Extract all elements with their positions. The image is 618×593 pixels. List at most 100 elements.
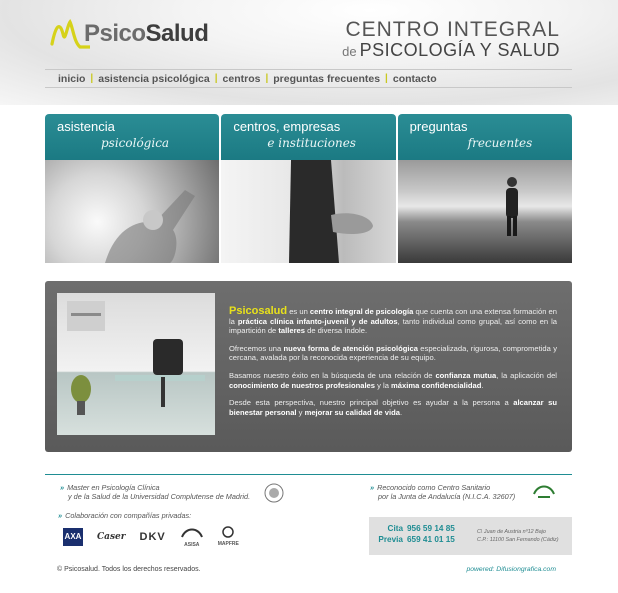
panel-subtitle: e instituciones (267, 136, 356, 150)
address-line: C.P.: 11100 San Fernando (Cádiz) (477, 537, 559, 543)
cert-line: » Master en Psicología Clínica (60, 483, 250, 492)
main-nav: inicio | asistencia psicológica | centro… (45, 69, 572, 88)
panel-asistencia-psicologica[interactable]: asistencia psicológica (45, 114, 220, 263)
text-bold: práctica clínica infanto-juvenil y de ad… (237, 316, 398, 326)
logo-salud: Salud (145, 20, 209, 47)
nav-inicio[interactable]: inicio (58, 73, 85, 85)
panel-header: asistencia psicológica (45, 114, 220, 160)
cert-text: Master en Psicología Clínica (67, 483, 160, 492)
phone-label: Cita (387, 524, 403, 533)
partner-mapfre-text: MAPFRE (217, 541, 239, 547)
intro-paragraph-2: Ofrecemos una nueva forma de atención ps… (229, 344, 557, 363)
panel-photo (221, 160, 396, 263)
cert-text: por la Junta de Andalucía (N.I.C.A. 3260… (378, 492, 516, 501)
office-photo (57, 293, 215, 435)
tagline: CENTRO INTEGRAL de PSICOLOGÍA Y SALUD (342, 18, 560, 61)
phones: Cita 956 59 14 85 Previa 659 41 01 15 (377, 523, 455, 545)
text-bold: mejorar su calidad de vida (304, 407, 400, 417)
intro-paragraph-3: Basamos nuestro éxito en la búsqueda de … (229, 371, 557, 390)
text-bold: centro integral de psicología (309, 307, 414, 316)
text-bold: máxima confidencialidad (391, 380, 482, 390)
phone-label: Previa (378, 535, 403, 544)
intro-text: Psicosalud es un centro integral de psic… (229, 305, 557, 425)
complutense-seal-icon (264, 483, 284, 503)
powered-by-link[interactable]: powered: Difusiongrafica.com (466, 566, 556, 573)
bullet-icon: » (60, 483, 65, 492)
text-run: de diversa índole. (305, 326, 368, 336)
handshake-image (289, 160, 374, 263)
bullet-icon: » (58, 511, 63, 520)
text-run: y la (375, 380, 392, 390)
panel-title: preguntas (409, 119, 468, 134)
phone-number[interactable]: 956 59 14 85 (407, 524, 455, 533)
brand-name: Psicosalud (229, 305, 288, 317)
text-run: Desde esta perspectiva, nuestro principa… (229, 398, 514, 408)
panel-header: centros, empresas e instituciones (221, 114, 396, 160)
tagline-de: de (342, 44, 357, 59)
nav-separator: | (265, 73, 269, 84)
cert-junta-andalucia: » Reconocido como Centro Sanitario por la… (370, 483, 515, 501)
panel-photo (397, 160, 572, 263)
partner-axa-logo: AXA (63, 527, 83, 546)
cert-line: y de la Salud de la Universidad Complute… (60, 492, 250, 501)
copyright: © Psicosalud. Todos los derechos reserva… (57, 566, 201, 573)
panel-subtitle: frecuentes (467, 136, 533, 150)
panel-preguntas-frecuentes[interactable]: preguntas frecuentes (397, 114, 572, 263)
tagline-line2: PSICOLOGÍA Y SALUD (359, 40, 560, 60)
address-line: C\ Juan de Austria nº12 Bajo (477, 529, 546, 535)
cert-text: Reconocido como Centro Sanitario (377, 483, 491, 492)
partner-asisa-logo: ASISA (180, 525, 204, 548)
nav-separator: | (214, 73, 218, 84)
feature-panels: asistencia psicológica centros, empresas… (45, 114, 572, 263)
panel-subtitle: psicológica (101, 136, 170, 150)
footer-divider (45, 474, 572, 475)
nav-contacto[interactable]: contacto (393, 73, 437, 85)
person-clouds-image (105, 190, 195, 263)
partner-asisa-text: ASISA (184, 542, 200, 548)
panel-photo (45, 160, 220, 263)
text-bold: talleres (278, 326, 305, 336)
tagline-line1: CENTRO INTEGRAL (345, 18, 560, 41)
contact-box: Cita 956 59 14 85 Previa 659 41 01 15 C\ J… (369, 517, 572, 555)
asisa-icon (180, 528, 203, 538)
intro-paragraph-1: Psicosalud es un centro integral de psic… (229, 305, 557, 336)
collab-text: Colaboración con compañías privadas: (65, 511, 192, 520)
office-image (67, 301, 205, 415)
person-beach-image (505, 177, 518, 236)
phone-row: Previa 659 41 01 15 (377, 534, 455, 545)
logo[interactable]: PsicoSalud (50, 14, 220, 54)
header: PsicoSalud CENTRO INTEGRAL de PSICOLOGÍA … (0, 0, 618, 105)
address: C\ Juan de Austria nº12 Bajo C.P.: 11100… (477, 528, 559, 544)
partner-mapfre-logo: MAPFRE (218, 526, 239, 547)
junta-andalucia-logo-icon (533, 485, 555, 498)
text-run: . (399, 407, 403, 417)
nav-separator: | (90, 73, 94, 84)
nav-centros[interactable]: centros (223, 73, 261, 85)
panel-header: preguntas frecuentes (397, 114, 572, 160)
cert-line: » Reconocido como Centro Sanitario (370, 483, 515, 492)
cert-text: y de la Salud de la Universidad Complute… (68, 492, 251, 501)
phone-number[interactable]: 659 41 01 15 (407, 535, 455, 544)
logo-psico: Psico (84, 20, 146, 47)
partner-caser-logo: Caser (97, 531, 126, 542)
text-run: . (481, 380, 484, 390)
panel-centros-empresas[interactable]: centros, empresas e instituciones (221, 114, 396, 263)
collab-label: » Colaboración con compañías privadas: (58, 511, 191, 520)
text-run: y (296, 407, 305, 417)
text-bold: confianza mutua (435, 370, 497, 380)
partner-logos: AXA Caser DKV ASISA MAPFRE (63, 525, 239, 548)
partner-dkv-logo: DKV (139, 530, 166, 543)
cert-complutense: » Master en Psicología Clínica y de la Sa… (60, 483, 250, 501)
phone-row: Cita 956 59 14 85 (377, 523, 455, 534)
panel-title: asistencia (57, 119, 115, 134)
bullet-icon: » (370, 483, 375, 492)
nav-asistencia-psicologica[interactable]: asistencia psicológica (98, 73, 209, 85)
cert-line: por la Junta de Andalucía (N.I.C.A. 3260… (370, 492, 515, 501)
logo-text: PsicoSalud (84, 20, 209, 48)
nav-separator: | (385, 73, 388, 84)
nav-preguntas-frecuentes[interactable]: preguntas frecuentes (273, 73, 380, 85)
text-bold: conocimiento de nuestros profesionales (229, 380, 375, 390)
tagline-line2-wrap: de PSICOLOGÍA Y SALUD (342, 40, 560, 61)
intro-box: Psicosalud es un centro integral de psic… (45, 281, 572, 452)
panel-title: centros, empresas (233, 119, 341, 134)
